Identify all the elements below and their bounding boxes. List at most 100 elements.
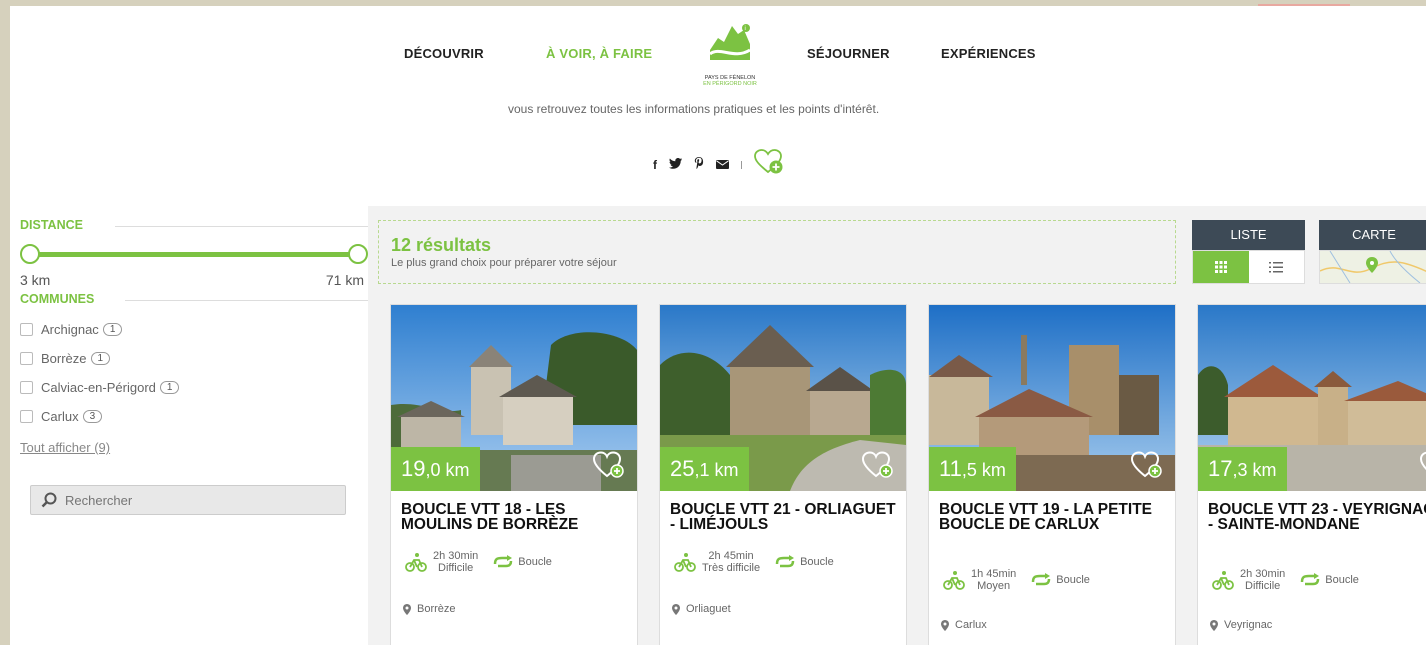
results-panel: 12 résultats Le plus grand choix pour pr… — [368, 206, 1426, 645]
bike-icon — [674, 553, 696, 572]
commune-name: Borrèze — [41, 351, 87, 366]
slider-max-handle[interactable] — [348, 244, 368, 264]
location-name: Carlux — [955, 619, 987, 631]
distance-int: 17 — [1208, 456, 1233, 481]
search-input[interactable] — [65, 492, 241, 508]
loop-info: Boucle — [774, 555, 834, 569]
card-title[interactable]: BOUCLE VTT 18 - LES MOULINS DE BORRÈZE — [401, 502, 633, 533]
page: DÉCOUVRIR À VOIR, À FAIRE SÉJOURNER EXPÉ… — [10, 6, 1426, 645]
distance-unit: km — [976, 460, 1006, 480]
list-lines-icon[interactable] — [1249, 251, 1305, 283]
result-card[interactable]: 11,5 km BOUCLE VTT 19 - LA PETITE BOUCLE… — [928, 304, 1176, 645]
search-box[interactable] — [30, 485, 346, 515]
distance-badge: 11,5 km — [929, 447, 1016, 491]
card-location: Borrèze — [403, 603, 456, 615]
distance-dec: ,3 — [1232, 460, 1248, 480]
distance-unit: km — [1247, 460, 1277, 480]
card-title[interactable]: BOUCLE VTT 23 - VEYRIGNAC - SAINTE-MONDA… — [1208, 502, 1426, 533]
duration-info: 2h 30min Difficile — [1240, 568, 1285, 592]
duration-info: 2h 45min Très difficile — [702, 550, 760, 574]
share-bar: f — [653, 149, 784, 180]
card-title[interactable]: BOUCLE VTT 19 - LA PETITE BOUCLE DE CARL… — [939, 502, 1171, 533]
duration: 1h 45min — [971, 568, 1017, 580]
commune-option[interactable]: Carlux 3 — [20, 409, 360, 424]
commune-option[interactable]: Calviac-en-Périgord 1 — [20, 380, 360, 395]
communes-title: COMMUNES — [20, 292, 95, 306]
results-header: 12 résultats Le plus grand choix pour pr… — [378, 220, 1176, 284]
result-card[interactable]: 25,1 km BOUCLE VTT 21 - ORLIAGUET - LIMÉ… — [659, 304, 907, 645]
favorite-add-icon[interactable] — [754, 149, 784, 180]
card-meta: 2h 30min Difficile Boucle — [1212, 568, 1359, 592]
checkbox[interactable] — [20, 410, 33, 423]
nav-experiences[interactable]: EXPÉRIENCES — [941, 46, 1036, 61]
filter-sidebar: DISTANCE 3 km 71 km COMMUNES Archignac 1… — [20, 218, 368, 515]
location-pin-icon — [403, 603, 411, 615]
share-divider — [741, 160, 742, 169]
commune-count: 3 — [82, 410, 103, 423]
bike-icon — [405, 553, 427, 572]
commune-name: Calviac-en-Périgord — [41, 380, 156, 395]
card-meta: 2h 30min Difficile Boucle — [405, 550, 552, 574]
site-logo[interactable]: i PAYS DE FÉNELON EN PÉRIGORD NOIR — [690, 16, 770, 96]
card-location: Carlux — [941, 619, 987, 631]
results-subtitle: Le plus grand choix pour préparer votre … — [391, 257, 617, 269]
favorite-add-icon[interactable] — [592, 451, 625, 479]
results-count: 12 résultats — [391, 235, 492, 255]
favorite-add-icon[interactable] — [1130, 451, 1163, 479]
svg-text:i: i — [745, 26, 746, 32]
logo-mark-icon: i — [709, 24, 751, 60]
distance-min-label: 3 km — [20, 272, 51, 288]
distance-title: DISTANCE — [20, 218, 83, 232]
favorite-add-icon[interactable] — [861, 451, 894, 479]
grid-view-icon[interactable] — [1193, 251, 1249, 283]
loop-info: Boucle — [1030, 573, 1090, 587]
loop-info: Boucle — [492, 555, 552, 569]
loop-icon — [494, 555, 513, 568]
duration: 2h 45min — [708, 550, 754, 562]
distance-slider[interactable] — [20, 240, 368, 272]
map-preview — [1320, 251, 1426, 283]
commune-name: Archignac — [41, 322, 99, 337]
nav-decouvrir[interactable]: DÉCOUVRIR — [404, 46, 484, 61]
loop-icon — [775, 555, 795, 568]
card-title[interactable]: BOUCLE VTT 21 - ORLIAGUET - LIMÉJOULS — [670, 502, 902, 533]
result-card[interactable]: 17,3 km BOUCLE VTT 23 - VEYRIGNAC - SAIN… — [1197, 304, 1426, 645]
list-view-button[interactable]: LISTE — [1192, 220, 1305, 250]
bike-icon — [1212, 571, 1234, 590]
map-thumbnail[interactable] — [1319, 250, 1426, 284]
location-name: Veyrignac — [1224, 619, 1273, 631]
show-all-communes-link[interactable]: Tout afficher (9) — [20, 440, 360, 455]
nav-sejourner[interactable]: SÉJOURNER — [807, 46, 890, 61]
result-card[interactable]: 19,0 km BOUCLE VTT 18 - LES MOULINS DE B… — [390, 304, 638, 645]
checkbox[interactable] — [20, 323, 33, 336]
pinterest-icon[interactable] — [694, 157, 704, 172]
duration: 2h 30min — [433, 550, 479, 562]
distance-unit: km — [440, 460, 470, 480]
commune-option[interactable]: Archignac 1 — [20, 322, 360, 337]
difficulty: Très difficile — [702, 562, 761, 574]
loop-type: Boucle — [800, 556, 834, 568]
twitter-icon[interactable] — [669, 157, 682, 172]
distance-int: 25 — [670, 456, 695, 481]
duration: 2h 30min — [1240, 568, 1286, 580]
nav-a-voir-a-faire[interactable]: À VOIR, À FAIRE — [546, 46, 652, 61]
distance-dec: ,5 — [961, 460, 977, 480]
facebook-icon[interactable]: f — [653, 158, 657, 172]
distance-int: 19 — [401, 456, 426, 481]
loop-icon — [1301, 573, 1320, 586]
mail-icon[interactable] — [716, 158, 729, 172]
commune-option[interactable]: Borrèze 1 — [20, 351, 360, 366]
slider-min-handle[interactable] — [20, 244, 40, 264]
card-location: Orliaguet — [672, 603, 731, 615]
checkbox[interactable] — [20, 352, 33, 365]
checkbox[interactable] — [20, 381, 33, 394]
distance-unit: km — [709, 460, 739, 480]
duration-info: 1h 45min Moyen — [971, 568, 1016, 592]
list-view-options — [1192, 250, 1305, 284]
favorite-add-icon[interactable] — [1419, 451, 1426, 479]
loop-type: Boucle — [1056, 574, 1090, 586]
bike-icon — [943, 571, 965, 590]
map-view-button[interactable]: CARTE — [1319, 220, 1426, 250]
communes-section: COMMUNES — [20, 292, 368, 308]
map-view-toggle: CARTE — [1319, 220, 1426, 284]
